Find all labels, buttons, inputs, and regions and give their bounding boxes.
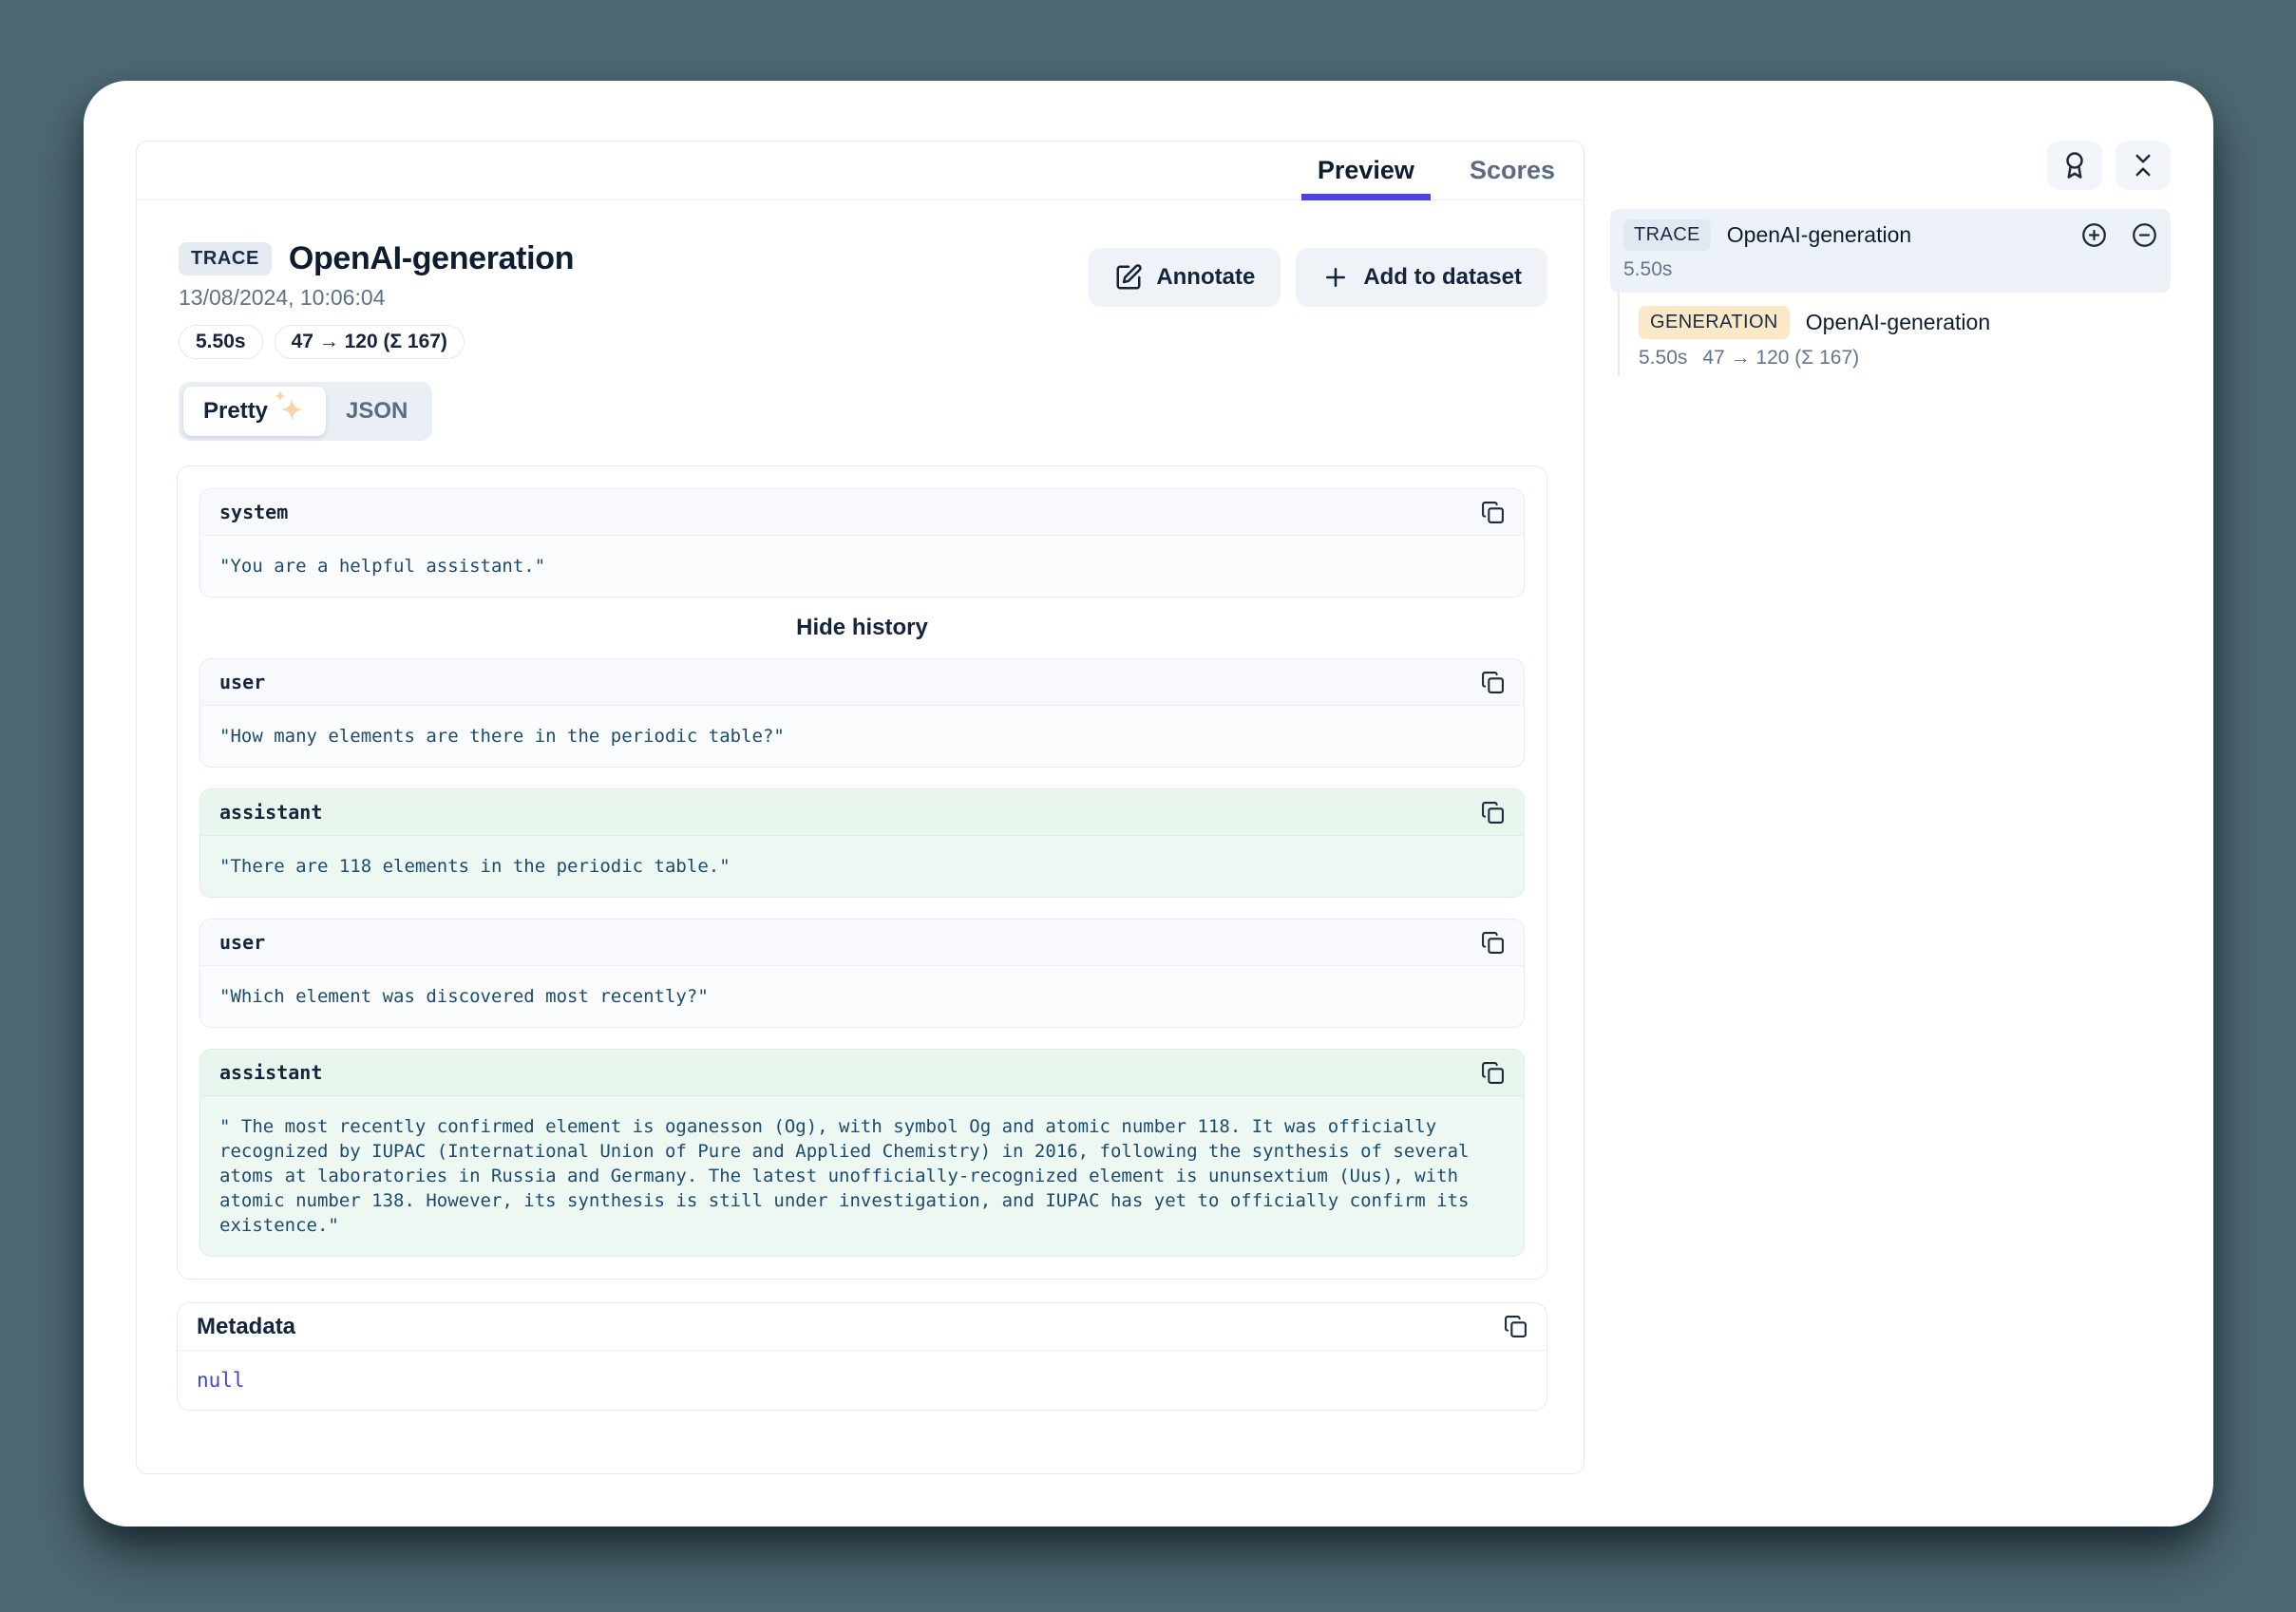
trace-timestamp: 13/08/2024, 10:06:04 [179,285,574,311]
io-view-toggle: Pretty ✦✦ JSON [179,382,432,441]
collapse-node-icon[interactable] [2132,222,2157,248]
tab-scores[interactable]: Scores [1453,142,1571,199]
message-role-label: user [219,931,265,954]
message-role-label: system [219,501,288,523]
collapse-all-button[interactable] [2116,141,2171,190]
trace-header-left: TRACE OpenAI-generation 13/08/2024, 10:0… [179,240,574,359]
tree-trace-title: OpenAI-generation [1727,222,1911,248]
message-assistant: assistant " The most recently confirmed … [199,1049,1525,1257]
trace-tree: TRACE OpenAI-generation 5.50s [1610,209,2171,375]
tree-generation-title: OpenAI-generation [1806,310,1990,335]
tree-node-trace[interactable]: TRACE OpenAI-generation 5.50s [1610,209,2171,293]
chevrons-collapse-icon [2129,151,2157,180]
annotate-label: Annotate [1156,264,1255,291]
token-usage-badge: 47 → 120 (Σ 167) [275,325,465,359]
page-title: OpenAI-generation [289,240,574,277]
metadata-title: Metadata [197,1314,295,1340]
messages-container: system "You are a helpful assistant." Hi… [177,465,1547,1280]
award-icon [2060,151,2089,180]
message-user: user "How many elements are there in the… [199,658,1525,768]
message-role-label: assistant [219,1061,322,1084]
tab-scores-label: Scores [1470,156,1555,185]
message-assistant: assistant "There are 118 elements in the… [199,788,1525,898]
metadata-card: Metadata null [177,1302,1547,1411]
scores-award-button[interactable] [2047,141,2102,190]
app-window: Preview Scores TRACE OpenAI-generation 1… [84,81,2213,1527]
add-to-dataset-label: Add to dataset [1363,264,1522,291]
message-role-label: user [219,671,265,693]
expand-all-icon[interactable] [2081,222,2107,248]
add-to-dataset-button[interactable]: Add to dataset [1296,248,1547,307]
pretty-toggle[interactable]: Pretty ✦✦ [183,387,326,436]
trace-type-badge: TRACE [179,242,272,275]
sparkles-icon: ✦✦ [277,397,306,426]
message-content: "You are a helpful assistant." [200,536,1524,597]
message-user: user "Which element was discovered most … [199,919,1525,1028]
annotate-button[interactable]: Annotate [1089,248,1281,307]
message-content: "Which element was discovered most recen… [200,966,1524,1027]
message-content: "There are 118 elements in the periodic … [200,836,1524,897]
copy-icon[interactable] [1481,671,1505,694]
copy-icon[interactable] [1481,501,1505,524]
tab-preview[interactable]: Preview [1301,142,1431,199]
hide-history-button[interactable]: Hide history [199,615,1525,641]
trace-tree-sidebar: TRACE OpenAI-generation 5.50s [1610,141,2171,375]
trace-preview-panel: Preview Scores TRACE OpenAI-generation 1… [136,141,1584,1474]
metadata-value: null [178,1351,1546,1410]
tree-generation-badge: GENERATION [1639,306,1790,339]
tree-node-generation[interactable]: GENERATION OpenAI-generation 5.50s 47 → … [1639,306,2171,370]
tree-trace-badge: TRACE [1623,219,1711,251]
copy-icon[interactable] [1481,1061,1505,1085]
pretty-toggle-label: Pretty [203,398,268,425]
json-toggle[interactable]: JSON [326,387,427,436]
tree-children: GENERATION OpenAI-generation 5.50s 47 → … [1618,293,2171,375]
message-content: "How many elements are there in the peri… [200,706,1524,767]
message-system: system "You are a helpful assistant." [199,488,1525,597]
tree-generation-latency: 5.50s [1639,347,1687,370]
preview-tabsbar: Preview Scores [137,142,1584,200]
trace-header: TRACE OpenAI-generation 13/08/2024, 10:0… [179,240,1547,359]
tab-preview-label: Preview [1318,156,1414,185]
json-toggle-label: JSON [346,398,408,425]
tree-generation-tokens: 47 → 120 (Σ 167) [1702,347,1859,370]
copy-icon[interactable] [1481,801,1505,825]
plus-icon [1321,263,1350,292]
tree-trace-latency: 5.50s [1623,258,1672,281]
message-content: " The most recently confirmed element is… [200,1096,1524,1256]
copy-icon[interactable] [1481,931,1505,955]
annotate-icon [1114,263,1143,292]
message-role-label: assistant [219,801,322,824]
latency-badge: 5.50s [179,325,263,359]
copy-icon[interactable] [1504,1315,1528,1338]
